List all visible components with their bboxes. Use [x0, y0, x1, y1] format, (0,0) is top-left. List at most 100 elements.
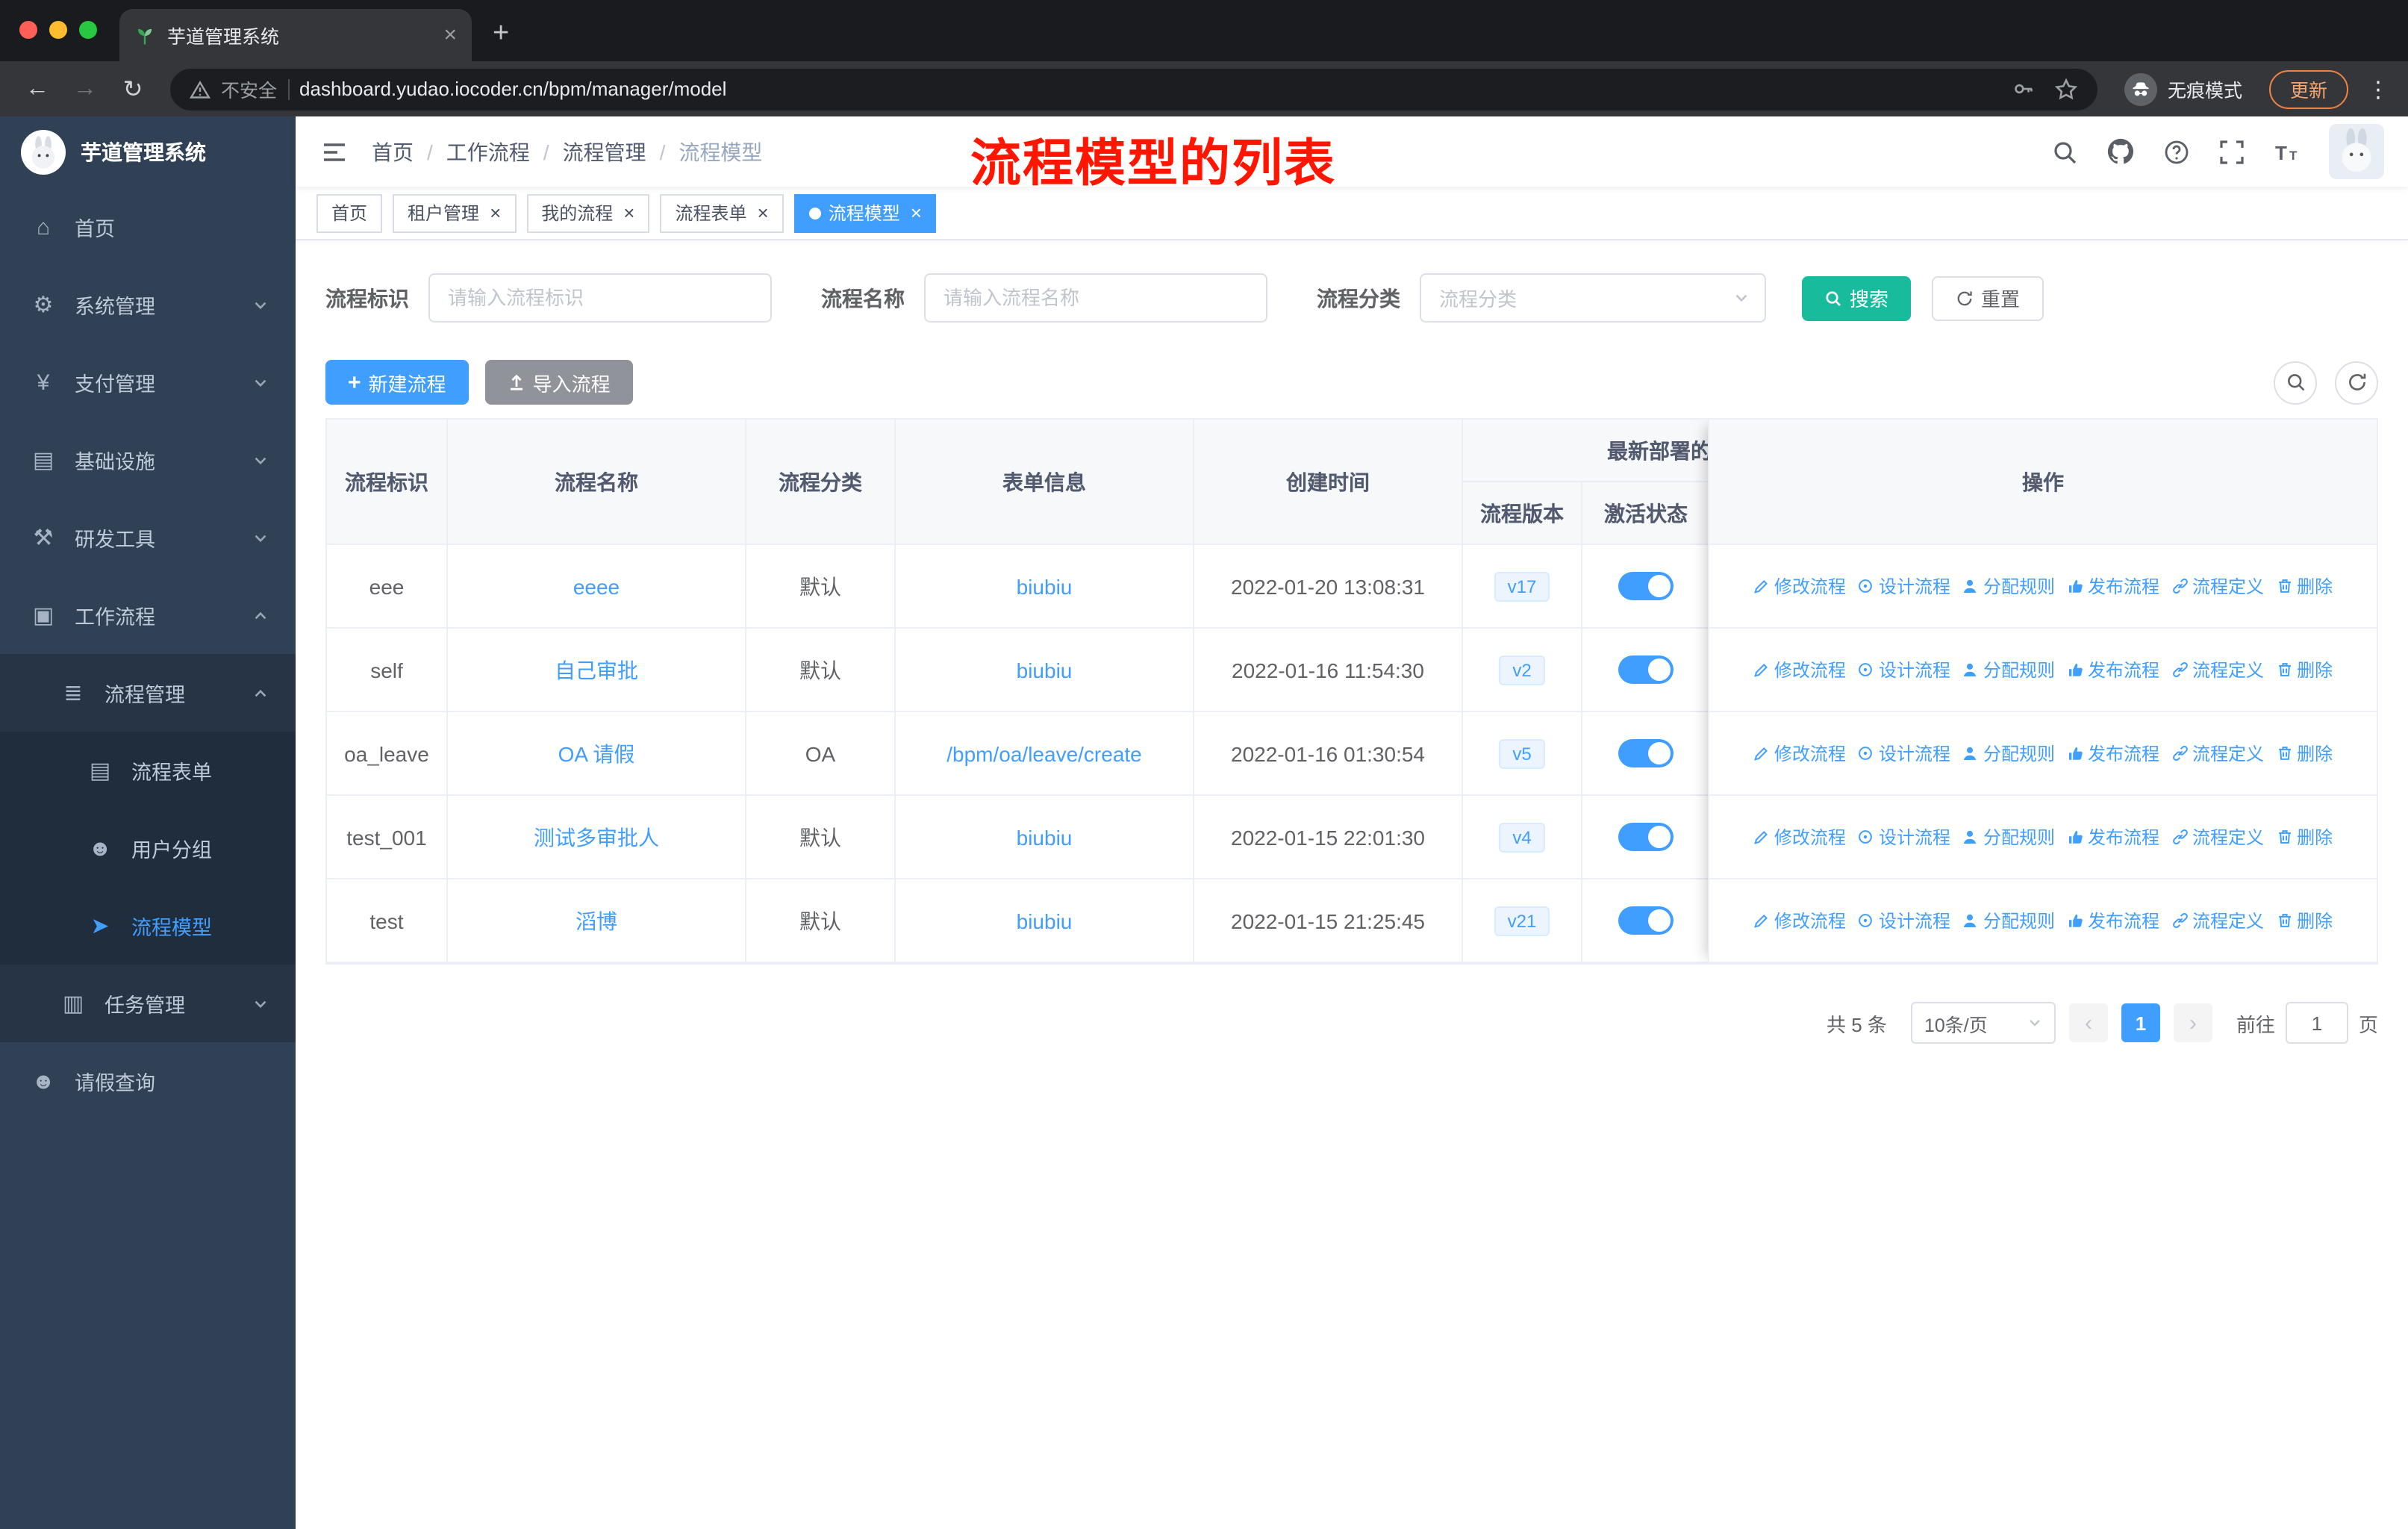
security-label[interactable]: 不安全 [221, 75, 277, 103]
browser-menu-icon[interactable]: ⋮ [2366, 75, 2390, 102]
back-icon[interactable]: ← [18, 75, 57, 102]
import-process-button[interactable]: 导入流程 [484, 360, 633, 405]
bookmark-star-icon[interactable] [2054, 77, 2078, 101]
identifier-input[interactable] [428, 273, 772, 323]
close-window-button[interactable] [19, 21, 37, 39]
form-info-link[interactable]: /bpm/oa/leave/create [946, 741, 1142, 765]
current-page-button[interactable]: 1 [2121, 1003, 2160, 1042]
definition-action-link[interactable]: 流程定义 [2171, 573, 2264, 599]
active-toggle[interactable] [1618, 572, 1674, 600]
edit-action-link[interactable]: 修改流程 [1753, 573, 1846, 599]
form-info-link[interactable]: biubiu [1017, 909, 1073, 932]
next-page-button[interactable]: › [2173, 1003, 2212, 1042]
publish-action-link[interactable]: 发布流程 [2067, 908, 2159, 933]
breadcrumb-item[interactable]: 流程管理 [563, 137, 646, 166]
search-icon[interactable] [2051, 138, 2078, 165]
design-action-link[interactable]: 设计流程 [1858, 741, 1950, 766]
active-toggle[interactable] [1618, 823, 1674, 851]
process-name-link[interactable]: eeee [573, 574, 620, 598]
definition-action-link[interactable]: 流程定义 [2171, 908, 2264, 933]
form-info-link[interactable]: biubiu [1017, 825, 1073, 849]
close-icon[interactable]: × [911, 203, 922, 222]
prev-page-button[interactable]: ‹ [2068, 1003, 2108, 1042]
tag-item[interactable]: 流程表单 × [660, 193, 784, 232]
assign-action-link[interactable]: 分配规则 [1962, 657, 2055, 682]
process-name-link[interactable]: 自己审批 [555, 655, 638, 685]
publish-action-link[interactable]: 发布流程 [2067, 573, 2159, 599]
close-icon[interactable]: × [490, 203, 501, 222]
delete-action-link[interactable]: 删除 [2276, 908, 2333, 933]
reload-icon[interactable]: ↻ [113, 74, 152, 104]
collapse-sidebar-icon[interactable] [319, 137, 349, 166]
form-info-link[interactable]: biubiu [1017, 574, 1073, 598]
browser-tab[interactable]: 芋道管理系统 × [119, 9, 472, 61]
active-toggle[interactable] [1618, 655, 1674, 684]
minimize-window-button[interactable] [49, 21, 67, 39]
new-tab-button[interactable]: + [493, 19, 509, 48]
breadcrumb-item[interactable]: 首页 [372, 137, 414, 166]
user-avatar[interactable] [2329, 124, 2384, 179]
github-icon[interactable] [2106, 137, 2135, 166]
sidebar-item-home[interactable]: ⌂ 首页 [0, 188, 296, 266]
design-action-link[interactable]: 设计流程 [1858, 824, 1950, 850]
publish-action-link[interactable]: 发布流程 [2067, 741, 2159, 766]
name-input[interactable] [924, 273, 1267, 323]
sidebar-item-process-form[interactable]: ▤ 流程表单 [0, 732, 296, 809]
assign-action-link[interactable]: 分配规则 [1962, 741, 2055, 766]
tag-item[interactable]: 首页 [316, 193, 383, 232]
sidebar-item-system-management[interactable]: ⚙ 系统管理 [0, 266, 296, 343]
sidebar-item-task-management[interactable]: ▥ 任务管理 [0, 965, 296, 1042]
assign-action-link[interactable]: 分配规则 [1962, 573, 2055, 599]
tab-close-icon[interactable]: × [443, 24, 457, 46]
sidebar-item-workflow[interactable]: ▣ 工作流程 [0, 576, 296, 654]
search-button[interactable]: 搜索 [1802, 275, 1912, 320]
font-size-icon[interactable]: TT [2274, 138, 2301, 165]
delete-action-link[interactable]: 删除 [2276, 741, 2333, 766]
category-select[interactable]: 流程分类 [1420, 273, 1766, 323]
definition-action-link[interactable]: 流程定义 [2171, 741, 2264, 766]
password-key-icon[interactable] [2012, 78, 2035, 100]
close-icon[interactable]: × [758, 203, 769, 222]
update-browser-button[interactable]: 更新 [2268, 69, 2348, 108]
design-action-link[interactable]: 设计流程 [1858, 908, 1950, 933]
page-size-select[interactable]: 10条/页 [1910, 1002, 2056, 1044]
tag-item[interactable]: 我的流程 × [526, 193, 650, 232]
form-info-link[interactable]: biubiu [1017, 658, 1073, 682]
definition-action-link[interactable]: 流程定义 [2171, 824, 2264, 850]
delete-action-link[interactable]: 删除 [2276, 657, 2333, 682]
edit-action-link[interactable]: 修改流程 [1753, 908, 1846, 933]
goto-page-input[interactable] [2285, 1002, 2348, 1044]
delete-action-link[interactable]: 删除 [2276, 824, 2333, 850]
address-bar[interactable]: 不安全 dashboard.yudao.iocoder.cn/bpm/manag… [170, 68, 2097, 110]
assign-action-link[interactable]: 分配规则 [1962, 908, 2055, 933]
reset-button[interactable]: 重置 [1932, 275, 2044, 320]
sidebar-item-leave-query[interactable]: ☻ 请假查询 [0, 1042, 296, 1120]
sidebar-item-devtools[interactable]: ⚒ 研发工具 [0, 499, 296, 576]
breadcrumb-item[interactable]: 工作流程 [446, 137, 530, 166]
help-icon[interactable] [2163, 138, 2190, 165]
forward-icon[interactable]: → [66, 75, 105, 102]
assign-action-link[interactable]: 分配规则 [1962, 824, 2055, 850]
zoom-window-button[interactable] [79, 21, 97, 39]
edit-action-link[interactable]: 修改流程 [1753, 657, 1846, 682]
sidebar-item-user-group[interactable]: ☻ 用户分组 [0, 809, 296, 887]
edit-action-link[interactable]: 修改流程 [1753, 741, 1846, 766]
tag-active[interactable]: 流程模型 × [793, 193, 937, 232]
sidebar-item-infrastructure[interactable]: ▤ 基础设施 [0, 421, 296, 499]
active-toggle[interactable] [1618, 906, 1674, 935]
create-process-button[interactable]: + 新建流程 [325, 360, 469, 405]
url-text[interactable]: dashboard.yudao.iocoder.cn/bpm/manager/m… [299, 78, 2002, 100]
edit-action-link[interactable]: 修改流程 [1753, 824, 1846, 850]
fullscreen-icon[interactable] [2218, 138, 2245, 165]
publish-action-link[interactable]: 发布流程 [2067, 657, 2159, 682]
close-icon[interactable]: × [623, 203, 634, 222]
design-action-link[interactable]: 设计流程 [1858, 657, 1950, 682]
sidebar-item-process-model[interactable]: ➤ 流程模型 [0, 887, 296, 965]
definition-action-link[interactable]: 流程定义 [2171, 657, 2264, 682]
process-name-link[interactable]: OA 请假 [558, 738, 635, 768]
process-name-link[interactable]: 测试多审批人 [534, 822, 659, 852]
tag-item[interactable]: 租户管理 × [393, 193, 517, 232]
sidebar-item-process-management[interactable]: ≣ 流程管理 [0, 654, 296, 732]
toggle-search-button[interactable] [2274, 361, 2317, 404]
publish-action-link[interactable]: 发布流程 [2067, 824, 2159, 850]
